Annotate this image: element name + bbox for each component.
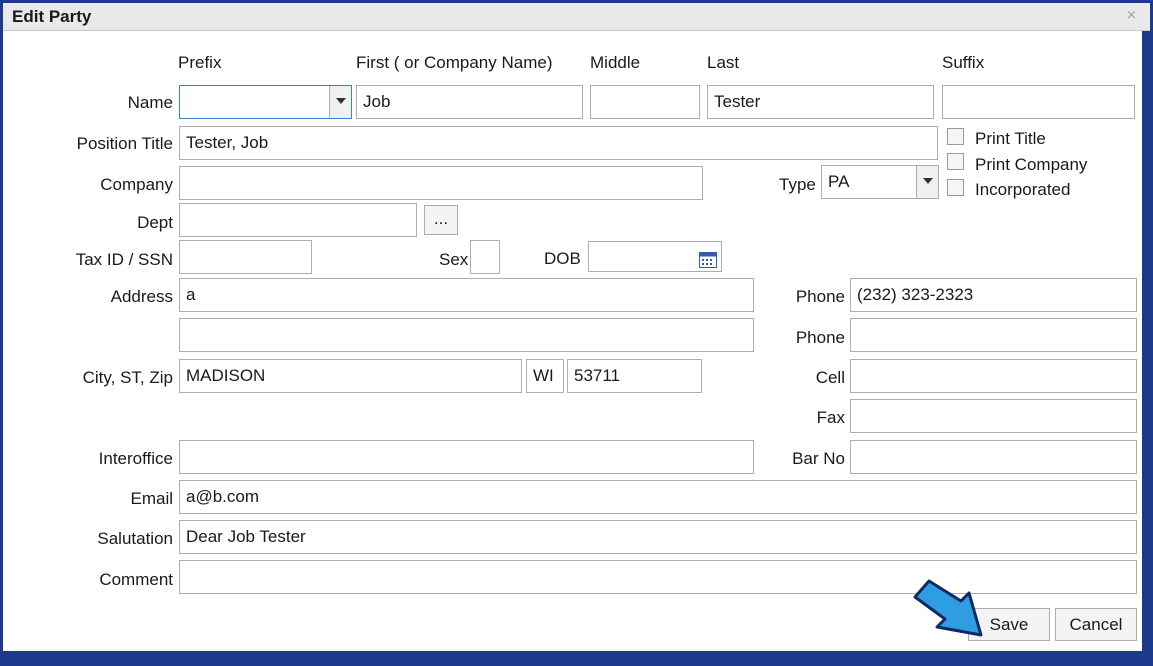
zip-input[interactable]: 53711 [567,359,702,393]
phone1-input[interactable]: (232) 323-2323 [850,278,1137,312]
cancel-button[interactable]: Cancel [1055,608,1137,641]
address-line2-input[interactable] [179,318,754,352]
title-bar[interactable]: Edit Party ⨯ [3,3,1150,31]
label-sex: Sex [439,250,469,269]
pointer-arrow-icon [907,579,997,641]
state-input[interactable]: WI [526,359,564,393]
dialog-title: Edit Party [12,7,92,26]
header-first: First ( or Company Name) [356,53,553,72]
last-name-input[interactable]: Tester [707,85,934,119]
type-select[interactable]: PA [821,165,939,199]
middle-name-input[interactable] [590,85,700,119]
label-phone2: Phone [795,328,845,347]
label-email: Email [130,489,173,508]
position-title-input[interactable]: Tester, Job [179,126,938,160]
interoffice-input[interactable] [179,440,754,474]
label-phone1: Phone [795,287,845,306]
header-prefix: Prefix [178,53,222,72]
dialog-body: Prefix First ( or Company Name) Middle L… [3,31,1142,651]
tax-id-input[interactable] [179,240,312,274]
dob-datepicker[interactable] [588,241,722,272]
company-input[interactable] [179,166,703,200]
fax-input[interactable] [850,399,1137,433]
header-suffix: Suffix [942,53,985,72]
city-input[interactable]: MADISON [179,359,522,393]
close-icon[interactable]: ⨯ [1126,8,1138,21]
label-address: Address [110,287,173,306]
print-title-label: Print Title [975,129,1046,148]
label-company: Company [100,175,173,194]
label-name: Name [127,93,173,112]
print-company-checkbox[interactable] [947,153,964,170]
label-comment: Comment [99,570,173,589]
label-bar-no: Bar No [792,449,845,468]
dept-input[interactable] [179,203,417,237]
print-title-checkbox[interactable] [947,128,964,145]
suffix-input[interactable] [942,85,1135,119]
label-tax-id: Tax ID / SSN [75,250,173,269]
sex-input[interactable] [470,240,500,274]
salutation-input[interactable]: Dear Job Tester [179,520,1137,554]
label-dob: DOB [544,249,581,268]
incorporated-checkbox[interactable] [947,179,964,196]
label-cell: Cell [815,368,845,387]
label-salutation: Salutation [97,529,173,548]
first-name-input[interactable]: Job [356,85,583,119]
print-company-label: Print Company [975,155,1088,174]
header-middle: Middle [590,53,641,72]
label-fax: Fax [816,408,845,427]
incorporated-label: Incorporated [975,180,1071,199]
label-type: Type [779,175,816,194]
prefix-select[interactable] [179,85,352,119]
label-interoffice: Interoffice [98,449,173,468]
bar-no-input[interactable] [850,440,1137,474]
label-dept: Dept [137,213,173,232]
label-city-st-zip: City, ST, Zip [82,368,173,387]
dept-browse-button[interactable]: ... [424,205,458,235]
phone2-input[interactable] [850,318,1137,352]
chevron-down-icon[interactable] [329,86,351,118]
email-input[interactable]: a@b.com [179,480,1137,514]
label-position-title: Position Title [76,134,173,153]
address-line1-input[interactable]: a [179,278,754,312]
header-last: Last [707,53,740,72]
chevron-down-icon[interactable] [916,166,938,198]
calendar-icon[interactable] [699,248,717,268]
cell-input[interactable] [850,359,1137,393]
